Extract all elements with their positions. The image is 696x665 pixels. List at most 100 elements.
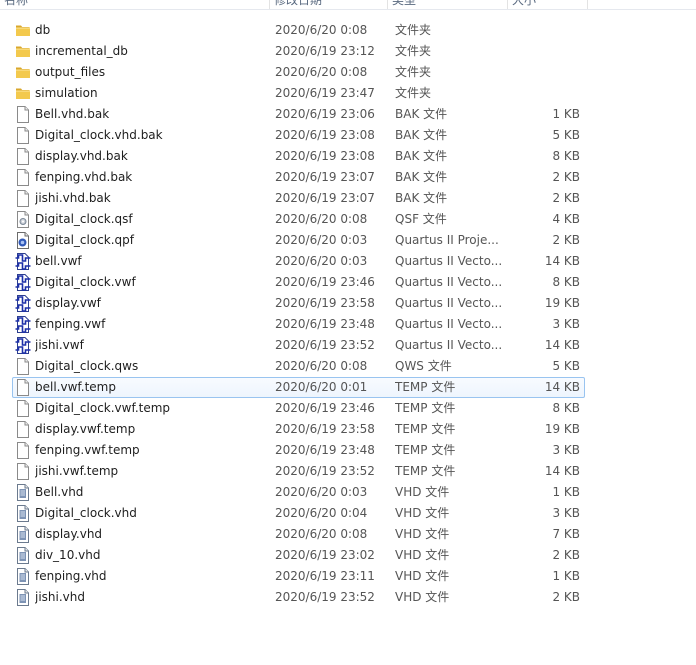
file-name: jishi.vwf — [35, 338, 84, 352]
file-row[interactable]: jishi.vwf 2020/6/19 23:52 Quartus II Vecto… — [0, 335, 696, 356]
file-row[interactable]: div_10.vhd 2020/6/19 23:02 VHD 文件 2 KB — [0, 545, 696, 566]
file-name: fenping.vwf — [35, 317, 106, 331]
file-row[interactable]: db 2020/6/20 0:08 文件夹 — [0, 20, 696, 41]
file-size: 19 KB — [544, 422, 580, 436]
file-date: 2020/6/19 23:52 — [275, 590, 375, 604]
file-date: 2020/6/20 0:03 — [275, 485, 368, 499]
file-date: 2020/6/20 0:08 — [275, 65, 368, 79]
file-name: Digital_clock.vwf.temp — [35, 401, 171, 415]
file-size: 2 KB — [552, 548, 580, 562]
file-type: Quartus II Vecto... — [395, 254, 503, 268]
file-row[interactable]: simulation 2020/6/19 23:47 文件夹 — [0, 83, 696, 104]
folder-icon — [15, 22, 31, 39]
file-row[interactable]: fenping.vwf 2020/6/19 23:48 Quartus II Vec… — [0, 314, 696, 335]
file-name: Digital_clock.qpf — [35, 233, 135, 247]
file-row[interactable]: incremental_db 2020/6/19 23:12 文件夹 — [0, 41, 696, 62]
file-row[interactable]: jishi.vhd.bak 2020/6/19 23:07 BAK 文件 2 KB — [0, 188, 696, 209]
file-date: 2020/6/19 23:06 — [275, 107, 375, 121]
waveform-icon — [15, 295, 31, 312]
vhdl-file-icon — [15, 505, 31, 522]
file-type: VHD 文件 — [395, 548, 450, 562]
file-name: display.vwf — [35, 296, 101, 310]
column-header-date[interactable]: 修改日期 — [270, 0, 388, 9]
file-date: 2020/6/19 23:47 — [275, 86, 375, 100]
vhdl-file-icon — [15, 484, 31, 501]
file-type: VHD 文件 — [395, 485, 450, 499]
file-name: bell.vwf — [35, 254, 82, 268]
file-date: 2020/6/19 23:58 — [275, 296, 375, 310]
file-name: Digital_clock.vhd — [35, 506, 137, 520]
file-row[interactable]: Digital_clock.vwf.temp 2020/6/19 23:46 TEM… — [0, 398, 696, 419]
file-row[interactable]: Digital_clock.qpf 2020/6/20 0:03 Quartus I… — [0, 230, 696, 251]
file-size: 14 KB — [544, 338, 580, 352]
file-date: 2020/6/20 0:03 — [275, 254, 368, 268]
file-name: Bell.vhd — [35, 485, 84, 499]
file-type: BAK 文件 — [395, 170, 448, 184]
file-row[interactable]: display.vhd.bak 2020/6/19 23:08 BAK 文件 8 KB — [0, 146, 696, 167]
file-row[interactable]: Bell.vhd 2020/6/20 0:03 VHD 文件 1 KB — [0, 482, 696, 503]
file-size: 1 KB — [552, 107, 580, 121]
folder-icon — [15, 64, 31, 81]
file-size: 14 KB — [544, 464, 580, 478]
file-row[interactable]: Digital_clock.qws 2020/6/20 0:08 QWS 文件 5 K… — [0, 356, 696, 377]
file-row[interactable]: output_files 2020/6/20 0:08 文件夹 — [0, 62, 696, 83]
file-type: TEMP 文件 — [395, 422, 456, 436]
file-type: VHD 文件 — [395, 569, 450, 583]
file-type: QWS 文件 — [395, 359, 452, 373]
file-row[interactable]: jishi.vhd 2020/6/19 23:52 VHD 文件 2 KB — [0, 587, 696, 608]
file-type: BAK 文件 — [395, 149, 448, 163]
file-row[interactable]: fenping.vhd 2020/6/19 23:11 VHD 文件 1 KB — [0, 566, 696, 587]
file-date: 2020/6/19 23:07 — [275, 170, 375, 184]
file-type: 文件夹 — [395, 65, 432, 79]
vhdl-file-icon — [15, 526, 31, 543]
file-date: 2020/6/19 23:52 — [275, 338, 375, 352]
file-row[interactable]: display.vhd 2020/6/20 0:08 VHD 文件 7 KB — [0, 524, 696, 545]
file-size: 8 KB — [552, 401, 580, 415]
file-name: display.vwf.temp — [35, 422, 136, 436]
folder-icon — [15, 85, 31, 102]
waveform-icon — [15, 274, 31, 291]
waveform-icon — [15, 316, 31, 333]
file-size: 5 KB — [552, 359, 580, 373]
file-row[interactable]: Digital_clock.vhd 2020/6/20 0:04 VHD 文件 3 K… — [0, 503, 696, 524]
file-row[interactable]: display.vwf 2020/6/19 23:58 Quartus II Vec… — [0, 293, 696, 314]
file-row[interactable]: Digital_clock.vwf 2020/6/19 23:46 Quartus … — [0, 272, 696, 293]
file-size: 2 KB — [552, 590, 580, 604]
file-row[interactable]: fenping.vwf.temp 2020/6/19 23:48 TEMP 文件 3 … — [0, 440, 696, 461]
file-type: 文件夹 — [395, 23, 432, 37]
file-type: TEMP 文件 — [395, 464, 456, 478]
file-icon — [15, 379, 31, 396]
file-size: 8 KB — [552, 275, 580, 289]
file-name: display.vhd.bak — [35, 149, 128, 163]
file-row[interactable]: Bell.vhd.bak 2020/6/19 23:06 BAK 文件 1 KB — [0, 104, 696, 125]
file-type: TEMP 文件 — [395, 443, 456, 457]
file-date: 2020/6/19 23:11 — [275, 569, 375, 583]
file-name: fenping.vhd — [35, 569, 107, 583]
file-date: 2020/6/20 0:08 — [275, 23, 368, 37]
vhdl-file-icon — [15, 589, 31, 606]
file-date: 2020/6/20 0:04 — [275, 506, 368, 520]
file-icon — [15, 148, 31, 165]
file-row[interactable]: display.vwf.temp 2020/6/19 23:58 TEMP 文件 19… — [0, 419, 696, 440]
file-type: BAK 文件 — [395, 107, 448, 121]
file-type: BAK 文件 — [395, 128, 448, 142]
file-row[interactable]: fenping.vhd.bak 2020/6/19 23:07 BAK 文件 2 KB — [0, 167, 696, 188]
file-row[interactable]: jishi.vwf.temp 2020/6/19 23:52 TEMP 文件 14 K… — [0, 461, 696, 482]
file-type: Quartus II Vecto... — [395, 275, 503, 289]
file-type: 文件夹 — [395, 44, 432, 58]
file-name: Digital_clock.vwf — [35, 275, 136, 289]
file-row[interactable]: Digital_clock.qsf 2020/6/20 0:08 QSF 文件 4 K… — [0, 209, 696, 230]
settings-file-icon — [15, 211, 31, 228]
column-header-name[interactable]: 名称 — [0, 0, 270, 9]
file-size: 14 KB — [544, 380, 580, 394]
file-icon — [15, 127, 31, 144]
column-header-size[interactable]: 大小 — [508, 0, 588, 9]
file-type: VHD 文件 — [395, 527, 450, 541]
file-row[interactable]: Digital_clock.vhd.bak 2020/6/19 23:08 BAK … — [0, 125, 696, 146]
file-row[interactable]: bell.vwf 2020/6/20 0:03 Quartus II Vecto..… — [0, 251, 696, 272]
column-header-type[interactable]: 类型 — [388, 0, 508, 9]
file-row[interactable]: bell.vwf.temp 2020/6/20 0:01 TEMP 文件 14 KB — [0, 377, 696, 398]
file-type: 文件夹 — [395, 86, 432, 100]
file-size: 2 KB — [552, 170, 580, 184]
file-date: 2020/6/19 23:08 — [275, 149, 375, 163]
